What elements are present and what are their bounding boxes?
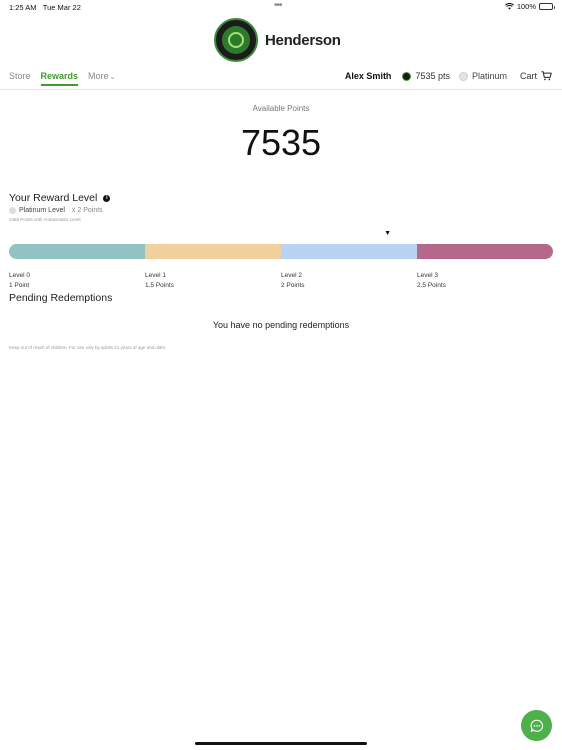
tab-rewards[interactable]: Rewards (40, 71, 79, 86)
level-progress-track (9, 244, 553, 259)
pending-redemptions-title: Pending Redemptions (9, 292, 113, 304)
available-points-value: 7535 (240, 122, 322, 163)
tier-summary-label: Platinum (471, 71, 507, 81)
status-time: 1:25 AM Tue Mar 22 (9, 3, 81, 12)
cart-icon (541, 71, 552, 81)
cart-button[interactable]: Cart (520, 71, 552, 81)
tier-badge-icon (458, 71, 468, 81)
nav-tabs: Store Rewards More⌄ (9, 71, 115, 86)
level-item: Level 2 2 Points (281, 271, 417, 291)
level-badge-icon (9, 207, 16, 214)
pending-redemptions-empty: You have no pending redemptions (212, 320, 350, 330)
level-segment-3 (417, 244, 553, 259)
points-coin-icon (402, 71, 412, 81)
level-points: 2.5 Points (417, 282, 446, 289)
battery-icon (539, 3, 555, 10)
points-summary-label: 7535 pts (415, 71, 450, 81)
multitasking-dots-icon[interactable]: ••• (274, 0, 282, 11)
age-disclaimer: Keep out of reach of children. For use o… (9, 345, 167, 350)
level-segment-1 (145, 244, 281, 259)
level-name: Level 1 (145, 272, 166, 279)
level-points: 1.5 Points (145, 282, 174, 289)
level-item: Level 1 1.5 Points (145, 271, 281, 291)
tab-store[interactable]: Store (9, 71, 31, 86)
status-bar: 1:25 AM Tue Mar 22 ••• 100% (0, 0, 562, 14)
info-icon[interactable]: i (103, 194, 111, 202)
current-level-name: Platinum Level (19, 207, 65, 214)
brand-name: Henderson (265, 31, 341, 49)
level-segment-2 (281, 244, 417, 259)
status-indicators: 100% (504, 2, 555, 11)
level-name: Level 2 (281, 272, 302, 279)
points-summary[interactable]: 7535 pts (402, 71, 450, 81)
brand-header[interactable]: Henderson (214, 18, 341, 62)
chevron-down-icon: ⌄ (109, 74, 116, 81)
tab-more-label: More (88, 71, 109, 81)
tier-summary[interactable]: Platinum (458, 71, 507, 81)
chat-icon (530, 719, 543, 732)
progress-marker-icon: ▼ (384, 230, 392, 237)
level-item: Level 0 1 Point (9, 271, 145, 291)
level-legend: Level 0 1 Point Level 1 1.5 Points Level… (9, 271, 553, 291)
points-until-next-level: 2465 Points until Ambassador Level (9, 217, 81, 222)
cart-label: Cart (519, 71, 537, 81)
user-name[interactable]: Alex Smith (345, 71, 392, 81)
current-level-row: Platinum Level x 2 Points (9, 207, 103, 214)
home-indicator[interactable] (195, 742, 367, 745)
brand-logo (214, 18, 258, 62)
wifi-icon (504, 3, 514, 10)
level-multiplier: x 2 Points (71, 207, 103, 214)
level-segment-0 (9, 244, 145, 259)
nav-account: Alex Smith 7535 pts Platinum Cart (345, 71, 552, 81)
level-points: 1 Point (9, 282, 30, 289)
chat-button[interactable] (521, 710, 552, 741)
level-points: 2 Points (281, 282, 305, 289)
reward-level-heading: Your Reward Level i (9, 192, 111, 204)
tab-more[interactable]: More⌄ (88, 71, 115, 86)
level-name: Level 0 (9, 272, 30, 279)
top-nav: Store Rewards More⌄ Alex Smith 7535 pts … (0, 68, 562, 90)
reward-level-title: Your Reward Level (9, 192, 98, 204)
level-name: Level 3 (417, 272, 438, 279)
level-item: Level 3 2.5 Points (417, 271, 553, 291)
available-points-label: Available Points (252, 104, 310, 113)
battery-percent: 100% (516, 2, 536, 11)
